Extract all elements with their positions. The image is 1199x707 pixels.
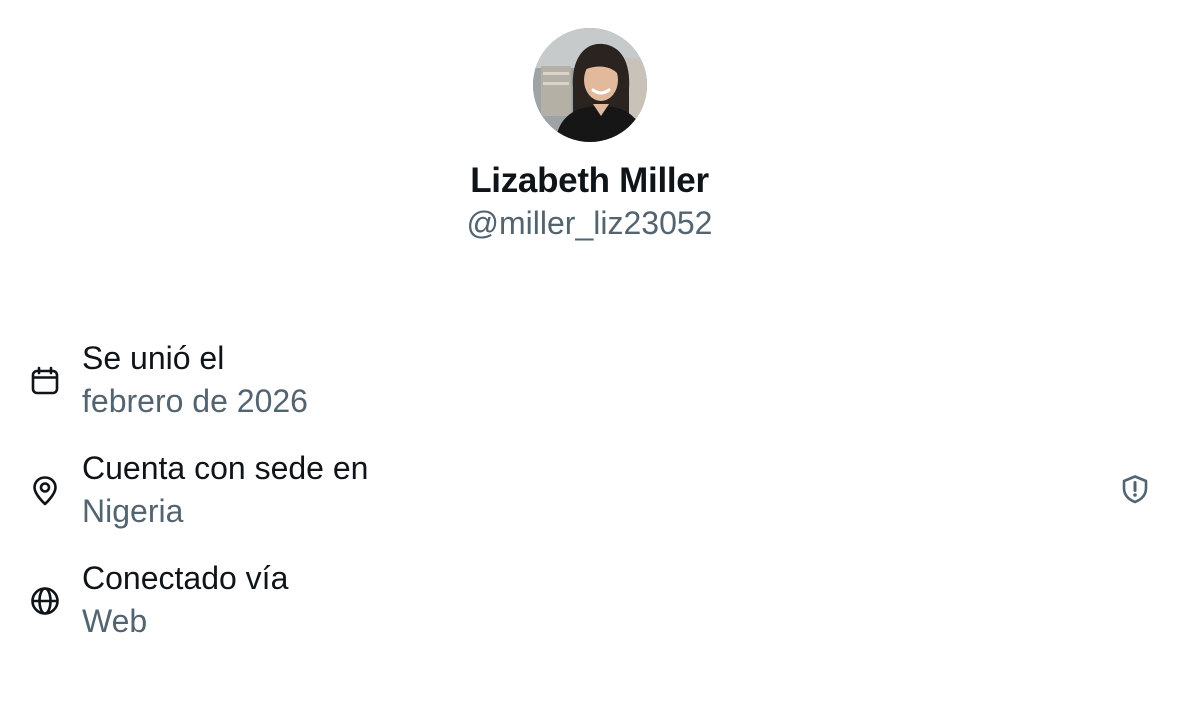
- joined-row: Se unió el febrero de 2026: [0, 335, 1199, 445]
- account-location-row: Cuenta con sede en Nigeria: [0, 445, 1199, 555]
- connected-via-value: Web: [82, 603, 148, 639]
- joined-value: febrero de 2026: [82, 383, 308, 419]
- shield-alert-icon[interactable]: [1119, 473, 1151, 505]
- user-handle: @miller_liz23052: [466, 205, 713, 241]
- account-location-label: Cuenta con sede en: [82, 450, 369, 486]
- connected-via-row: Conectado vía Web: [0, 555, 1199, 665]
- display-name: Lizabeth Miller: [470, 161, 709, 200]
- calendar-icon: [29, 365, 61, 397]
- connected-via-label: Conectado vía: [82, 560, 289, 596]
- account-location-value: Nigeria: [82, 493, 184, 529]
- avatar[interactable]: [533, 28, 647, 142]
- profile-header: Lizabeth Miller @miller_liz23052: [0, 0, 1199, 260]
- joined-label: Se unió el: [82, 340, 225, 376]
- location-pin-icon: [29, 475, 61, 507]
- avatar-photo: [533, 28, 647, 142]
- globe-icon: [29, 585, 61, 617]
- account-info-list: Se unió el febrero de 2026 Cuenta con se…: [0, 335, 1199, 665]
